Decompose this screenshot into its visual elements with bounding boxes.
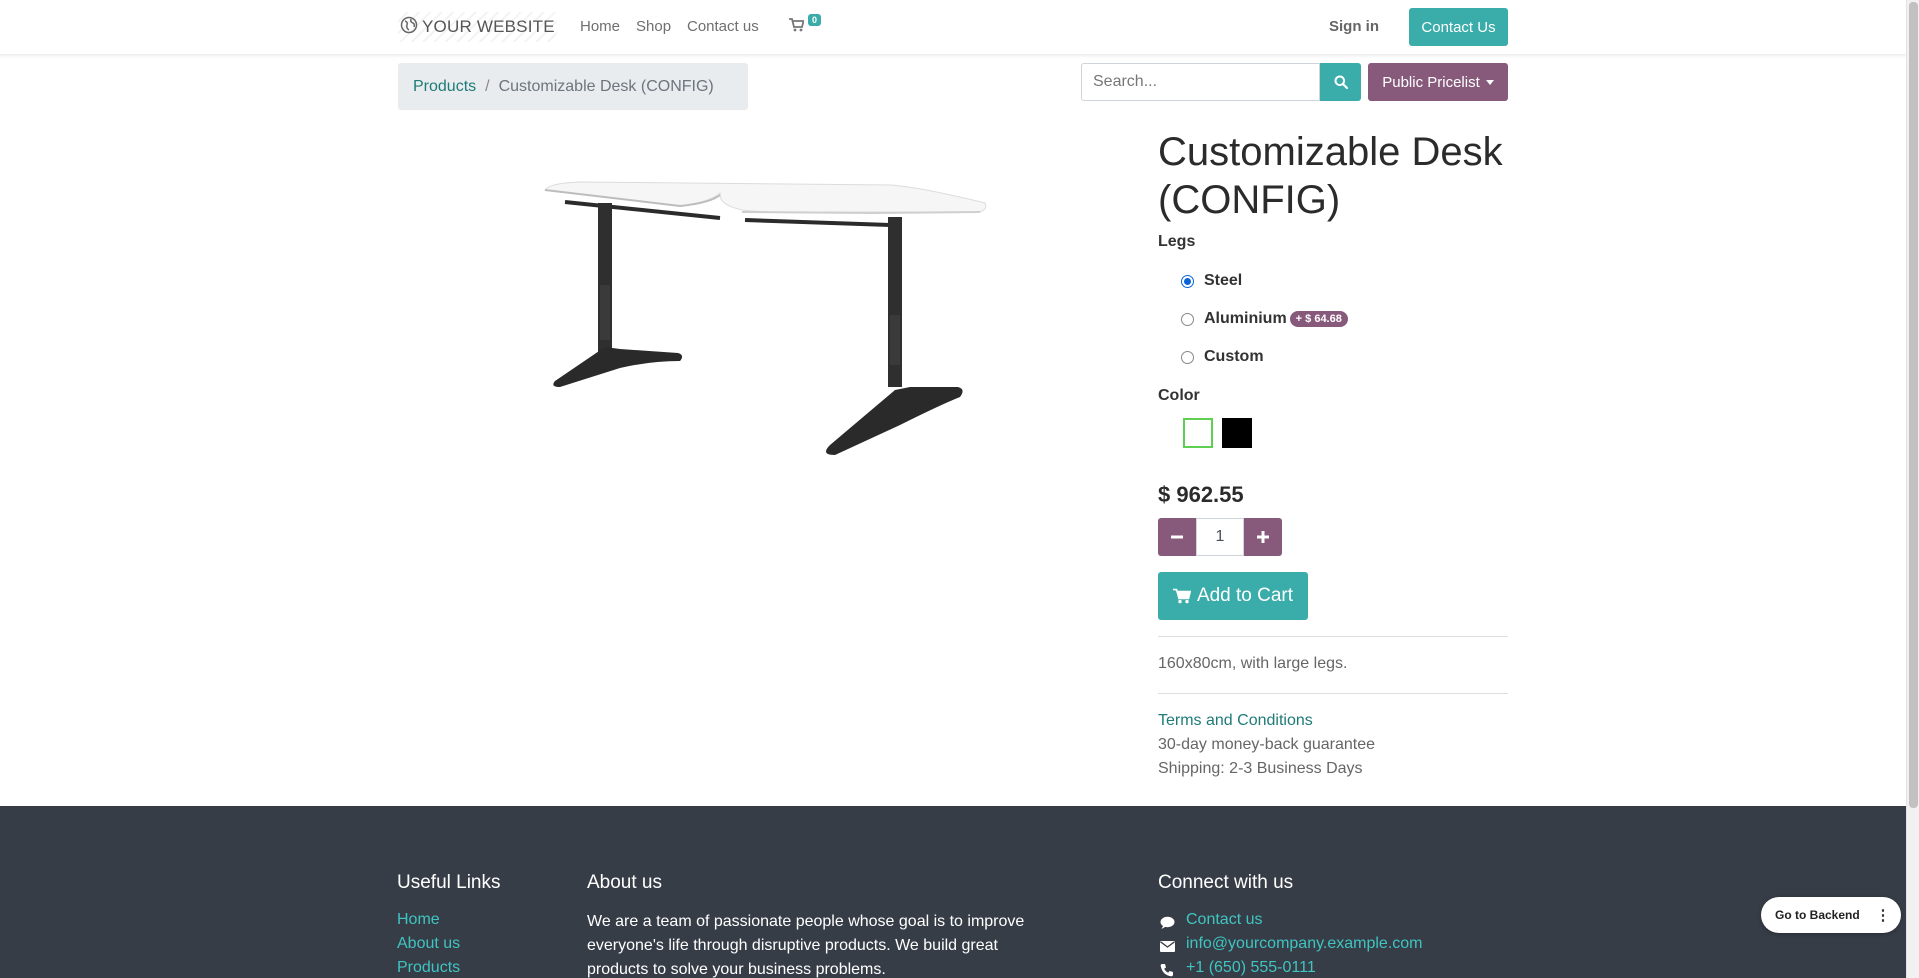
- product-title: Customizable Desk (CONFIG): [1158, 130, 1503, 222]
- nav-contact-link[interactable]: Contact us: [687, 18, 759, 35]
- color-swatch-black[interactable]: [1222, 418, 1252, 448]
- quantity-input[interactable]: [1196, 518, 1244, 556]
- divider: [1158, 693, 1508, 694]
- go-to-backend-button[interactable]: Go to Backend: [1775, 908, 1860, 922]
- pricelist-dropdown[interactable]: Public Pricelist: [1368, 63, 1508, 101]
- breadcrumb-products-link[interactable]: Products: [413, 78, 476, 96]
- footer-products-link[interactable]: Products: [397, 959, 460, 977]
- legs-option-steel[interactable]: Steel: [1181, 272, 1242, 290]
- chevron-down-icon: [1485, 79, 1494, 85]
- site-name: YOUR WEBSITE: [422, 17, 555, 36]
- legs-option-label: Custom: [1204, 348, 1264, 365]
- guarantee-text: 30-day money-back guarantee: [1158, 736, 1376, 753]
- plus-icon: [1257, 531, 1269, 543]
- shipping-text: Shipping: 2-3 Business Days: [1158, 760, 1363, 777]
- breadcrumb-current: Customizable Desk (CONFIG): [498, 77, 714, 95]
- radio-steel[interactable]: [1181, 274, 1194, 288]
- legs-option-label: Aluminium: [1204, 310, 1287, 327]
- footer: Useful Links Home About us Products Abou…: [0, 806, 1906, 978]
- add-to-cart-button[interactable]: Add to Cart: [1158, 572, 1308, 620]
- shopping-cart-icon: [1172, 588, 1191, 604]
- legs-option-label: Steel: [1204, 272, 1243, 289]
- phone-icon: [1159, 962, 1175, 978]
- sign-in-link[interactable]: Sign in: [1329, 18, 1379, 35]
- breadcrumb-separator: /: [485, 77, 490, 95]
- envelope-icon: [1159, 938, 1175, 954]
- site-logo[interactable]: YOUR WEBSITE: [398, 12, 557, 42]
- color-label: Color: [1158, 387, 1200, 404]
- legs-label: Legs: [1158, 233, 1196, 250]
- product-price: $ 962.55: [1158, 482, 1244, 507]
- contact-us-button[interactable]: Contact Us: [1409, 8, 1508, 46]
- globe-icon: [400, 16, 418, 39]
- color-swatch-white[interactable]: [1183, 418, 1213, 448]
- legs-option-aluminium[interactable]: Aluminium + $ 64.68: [1181, 310, 1348, 328]
- footer-phone-link[interactable]: +1 (650) 555-0111: [1186, 959, 1316, 977]
- price-extra-badge: + $ 64.68: [1289, 311, 1348, 327]
- top-navbar: YOUR WEBSITE Home Shop Contact us 0 Sign…: [0, 0, 1906, 55]
- scrollbar-thumb[interactable]: [1909, 2, 1918, 808]
- pricelist-label: Public Pricelist: [1382, 73, 1480, 91]
- useful-links-title: Useful Links: [397, 872, 501, 893]
- radio-aluminium[interactable]: [1181, 312, 1194, 326]
- quantity-increase-button[interactable]: [1244, 518, 1282, 556]
- cart-link[interactable]: [789, 18, 805, 36]
- divider: [1158, 636, 1508, 637]
- go-to-backend-widget: Go to Backend ⋮: [1761, 897, 1901, 933]
- product-description: 160x80cm, with large legs.: [1158, 655, 1348, 672]
- connect-title: Connect with us: [1158, 872, 1294, 893]
- more-options-icon[interactable]: ⋮: [1869, 901, 1897, 929]
- terms-link[interactable]: Terms and Conditions: [1158, 712, 1313, 730]
- comment-icon: [1159, 914, 1175, 930]
- add-to-cart-label: Add to Cart: [1196, 585, 1294, 606]
- about-text: We are a team of passionate people whose…: [587, 913, 1025, 978]
- footer-contact-link[interactable]: Contact us: [1186, 911, 1262, 929]
- search-icon: [1334, 75, 1348, 89]
- minus-icon: [1171, 535, 1183, 539]
- footer-home-link[interactable]: Home: [397, 911, 440, 929]
- footer-about-link[interactable]: About us: [397, 935, 460, 953]
- quantity-decrease-button[interactable]: [1158, 518, 1196, 556]
- about-title: About us: [587, 872, 662, 893]
- radio-custom[interactable]: [1181, 350, 1194, 364]
- nav-home-link[interactable]: Home: [580, 18, 620, 35]
- cart-count-badge: 0: [808, 14, 822, 26]
- shopping-cart-icon: [789, 18, 805, 32]
- search-button[interactable]: [1320, 63, 1361, 101]
- legs-option-custom[interactable]: Custom: [1181, 348, 1264, 366]
- breadcrumb: Products / Customizable Desk (CONFIG): [398, 63, 748, 110]
- nav-shop-link[interactable]: Shop: [636, 18, 671, 35]
- page-scrollbar[interactable]: [1906, 0, 1919, 978]
- product-image: [544, 181, 987, 455]
- search-input[interactable]: [1081, 63, 1320, 101]
- footer-email-link[interactable]: info@yourcompany.example.com: [1186, 935, 1423, 953]
